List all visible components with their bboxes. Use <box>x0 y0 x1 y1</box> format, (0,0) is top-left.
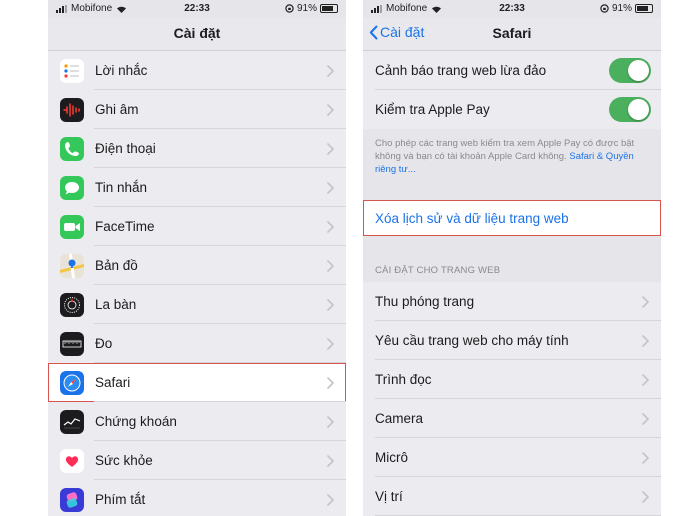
settings-item-label: Ghi âm <box>95 102 139 117</box>
apple-pay-footnote: Cho phép các trang web kiểm tra xem Appl… <box>375 137 649 176</box>
settings-item-label: Tin nhắn <box>95 180 148 195</box>
settings-item-phone[interactable]: Điện thoại <box>48 129 346 168</box>
measure-icon <box>60 332 84 356</box>
chevron-right-icon <box>327 298 334 316</box>
settings-item-label: Sức khỏe <box>95 453 153 468</box>
website-settings-list: Thu phóng trang Yêu cầu trang web cho máy… <box>363 282 661 516</box>
maps-icon <box>60 254 84 278</box>
battery-percent: 91% <box>611 3 632 14</box>
settings-item-voice-memos[interactable]: Ghi âm <box>48 90 346 129</box>
chevron-right-icon <box>327 415 334 433</box>
chevron-right-icon <box>642 451 649 469</box>
chevron-right-icon <box>642 412 649 430</box>
website-setting-item[interactable]: Yêu cầu trang web cho máy tính <box>363 321 661 360</box>
shortcuts-icon <box>60 488 84 512</box>
settings-item-label: Chứng khoán <box>95 414 177 429</box>
phone-icon <box>60 137 84 161</box>
status-bar: Mobifone 22:33 91% <box>363 0 661 18</box>
toggle-list: Cảnh báo trang web lừa đảo Kiểm tra Apple… <box>363 51 661 129</box>
battery-percent: 91% <box>296 3 317 14</box>
settings-item-shortcuts[interactable]: Phím tắt <box>48 480 346 516</box>
settings-item-label: Điện thoại <box>95 141 156 156</box>
website-setting-label: Camera <box>375 411 424 426</box>
chevron-right-icon <box>327 493 334 511</box>
settings-item-label: Safari <box>95 375 131 390</box>
settings-item-messages[interactable]: Tin nhắn <box>48 168 346 207</box>
fraud-warning-row: Cảnh báo trang web lừa đảo <box>363 51 661 90</box>
website-setting-label: Yêu cầu trang web cho máy tính <box>375 333 569 348</box>
settings-item-compass[interactable]: La bàn <box>48 285 346 324</box>
website-setting-label: Vị trí <box>375 489 403 504</box>
battery-icon <box>320 4 338 13</box>
reminders-icon <box>60 59 84 83</box>
stocks-icon <box>60 410 84 434</box>
safari-icon <box>60 371 84 395</box>
messages-icon <box>60 176 84 200</box>
facetime-icon <box>60 215 84 239</box>
chevron-right-icon <box>642 490 649 508</box>
settings-item-facetime[interactable]: FaceTime <box>48 207 346 246</box>
settings-item-maps[interactable]: Bản đồ <box>48 246 346 285</box>
settings-item-health[interactable]: Sức khỏe <box>48 441 346 480</box>
chevron-right-icon <box>327 454 334 472</box>
orientation-lock-icon <box>285 4 294 13</box>
settings-item-measure[interactable]: Đo <box>48 324 346 363</box>
chevron-right-icon <box>327 64 334 82</box>
battery-icon <box>635 4 653 13</box>
compass-icon <box>60 293 84 317</box>
chevron-right-icon <box>327 376 334 394</box>
settings-item-label: FaceTime <box>95 219 155 234</box>
website-setting-label: Trình đọc <box>375 372 432 387</box>
settings-item-safari[interactable]: Safari <box>48 363 346 402</box>
chevron-right-icon <box>327 142 334 160</box>
chevron-right-icon <box>327 337 334 355</box>
chevron-right-icon <box>327 259 334 277</box>
website-setting-item[interactable]: Thu phóng trang <box>363 282 661 321</box>
clear-history-button[interactable]: Xóa lịch sử và dữ liệu trang web <box>363 200 661 236</box>
apple-pay-toggle[interactable] <box>609 97 651 122</box>
status-bar: Mobifone 22:33 91% <box>48 0 346 18</box>
settings-item-label: Lời nhắc <box>95 63 148 78</box>
chevron-right-icon <box>327 220 334 238</box>
voice-memos-icon <box>60 98 84 122</box>
nav-bar: Cài đặt <box>48 18 346 51</box>
chevron-right-icon <box>642 373 649 391</box>
apple-pay-check-row: Kiểm tra Apple Pay <box>363 90 661 129</box>
settings-item-stocks[interactable]: Chứng khoán <box>48 402 346 441</box>
row-separator <box>94 401 346 402</box>
health-icon <box>60 449 84 473</box>
website-setting-item[interactable]: Camera <box>363 399 661 438</box>
chevron-right-icon <box>642 295 649 313</box>
settings-item-label: La bàn <box>95 297 137 312</box>
toggle-row-label: Cảnh báo trang web lừa đảo <box>375 63 547 78</box>
settings-list: Lời nhắc Ghi âm Điện thoại Tin nhắn FaceTime… <box>48 51 346 516</box>
settings-item-label: Bản đồ <box>95 258 138 273</box>
chevron-right-icon <box>642 334 649 352</box>
nav-bar: Cài đặt Safari <box>363 18 661 51</box>
page-title: Safari <box>492 25 532 41</box>
website-setting-item[interactable]: Vị trí <box>363 477 661 516</box>
fraud-warning-toggle[interactable] <box>609 58 651 83</box>
website-setting-item[interactable]: Trình đọc <box>363 360 661 399</box>
page-title: Cài đặt <box>173 25 221 41</box>
settings-item-label: Phím tắt <box>95 492 146 507</box>
section-header: CÀI ĐẶT CHO TRANG WEB <box>375 265 501 276</box>
chevron-right-icon <box>327 103 334 121</box>
website-setting-item[interactable]: Micrô <box>363 438 661 477</box>
toggle-row-label: Kiểm tra Apple Pay <box>375 102 490 117</box>
safari-settings-screen: Mobifone 22:33 91% Cài đặt Safari Cảnh b… <box>363 0 661 516</box>
settings-item-reminders[interactable]: Lời nhắc <box>48 51 346 90</box>
chevron-right-icon <box>327 181 334 199</box>
clear-history-label: Xóa lịch sử và dữ liệu trang web <box>375 210 569 226</box>
settings-item-label: Đo <box>95 336 113 351</box>
orientation-lock-icon <box>600 4 609 13</box>
website-setting-label: Micrô <box>375 450 408 465</box>
settings-screen: Mobifone 22:33 91% Cài đặt Lời nhắc Ghi â… <box>48 0 346 516</box>
website-setting-label: Thu phóng trang <box>375 294 475 309</box>
